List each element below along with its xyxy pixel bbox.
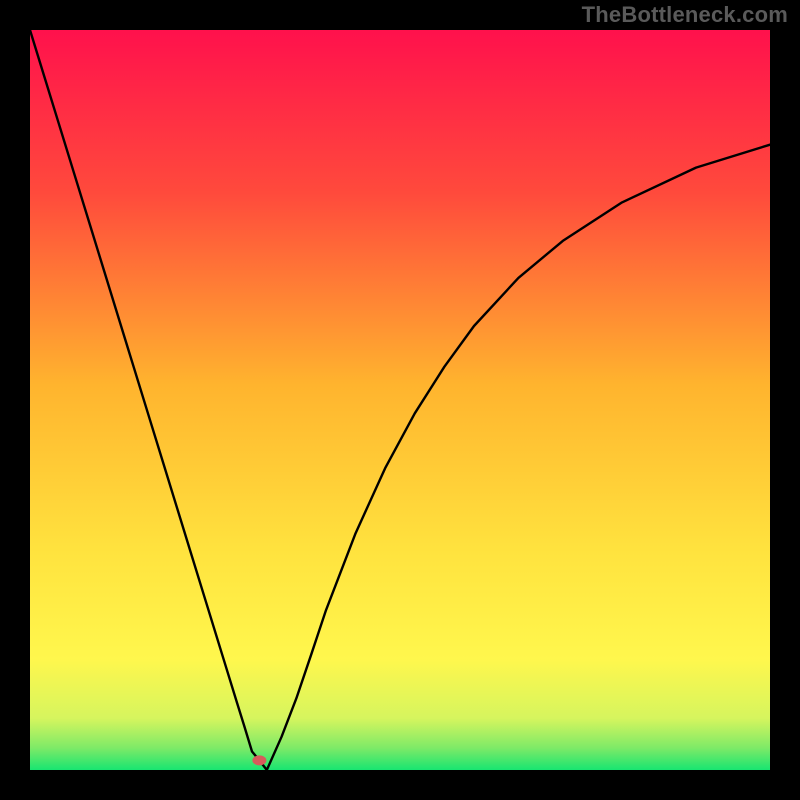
watermark-label: TheBottleneck.com xyxy=(582,2,788,28)
chart-frame: TheBottleneck.com xyxy=(0,0,800,800)
chart-svg xyxy=(30,30,770,770)
plot-area xyxy=(30,30,770,770)
minimum-marker xyxy=(252,755,266,765)
gradient-background xyxy=(30,30,770,770)
